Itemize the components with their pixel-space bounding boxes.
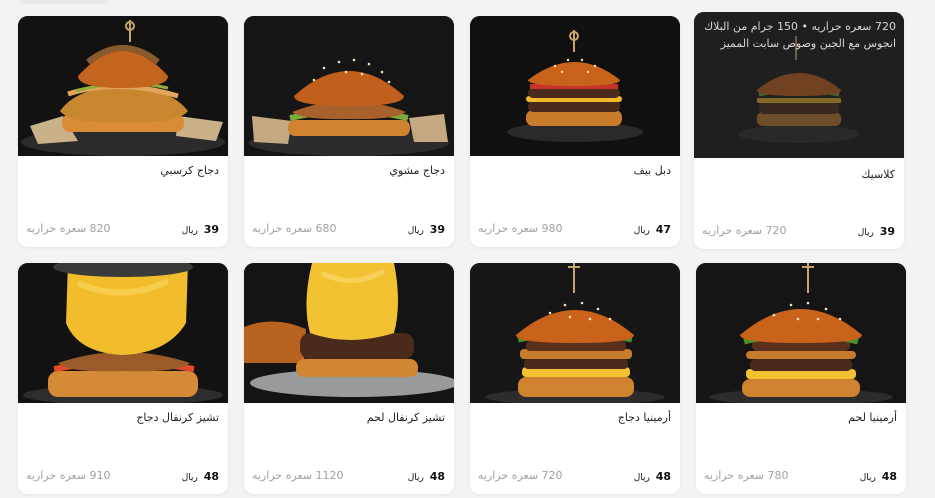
product-name: أرمينيا دجاج — [617, 411, 671, 424]
product-price: 47 ريال — [633, 223, 671, 236]
product-price: 48 ريال — [407, 470, 445, 483]
product-image[interactable] — [244, 16, 454, 156]
product-calories: 680 سعره حراريه — [252, 222, 337, 235]
product-grid: دجاج كرسبي 820 سعره حراريه 39 ريال دجاج … — [0, 0, 935, 498]
product-calories: 1120 سعره حراريه — [252, 469, 344, 482]
product-name: دجاج مشوي — [389, 164, 445, 177]
product-card-classic[interactable]: 720 سعره حراريه • 150 جرام من البلاك انج… — [694, 12, 904, 249]
product-calories: 720 سعره حراريه — [702, 224, 787, 237]
product-card-double-beef[interactable]: دبل بيف 980 سعره حراريه 47 ريال — [470, 16, 680, 247]
product-card-grilled-chicken[interactable]: دجاج مشوي 680 سعره حراريه 39 ريال — [244, 16, 454, 247]
product-price: 39 ريال — [181, 223, 219, 236]
product-card-armenia-beef[interactable]: أرمينيا لحم 780 سعره حراريه 48 ريال — [696, 263, 906, 494]
product-image[interactable] — [18, 263, 228, 403]
product-card-armenia-chicken[interactable]: أرمينيا دجاج 720 سعره حراريه 48 ريال — [470, 263, 680, 494]
product-calories: 780 سعره حراريه — [704, 469, 789, 482]
product-card-crispy-chicken[interactable]: دجاج كرسبي 820 سعره حراريه 39 ريال — [18, 16, 228, 247]
product-name: تشيز كرنفال لحم — [366, 411, 445, 424]
product-image[interactable]: 720 سعره حراريه • 150 جرام من البلاك انج… — [694, 12, 904, 158]
product-image[interactable] — [470, 263, 680, 403]
product-name: كلاسيك — [861, 168, 895, 181]
product-calories: 910 سعره حراريه — [26, 469, 111, 482]
product-calories: 820 سعره حراريه — [26, 222, 111, 235]
product-name: تشيز كرنفال دجاج — [136, 411, 219, 424]
product-image[interactable] — [18, 16, 228, 156]
product-calories: 980 سعره حراريه — [478, 222, 563, 235]
product-name: دجاج كرسبي — [160, 164, 219, 177]
product-card-cheese-carnival-chicken[interactable]: تشيز كرنفال دجاج 910 سعره حراريه 48 ريال — [18, 263, 228, 494]
product-price: 48 ريال — [859, 470, 897, 483]
product-hover-description: 720 سعره حراريه • 150 جرام من البلاك انج… — [704, 20, 896, 50]
product-name: أرمينيا لحم — [848, 411, 897, 424]
product-price: 39 ريال — [857, 225, 895, 238]
product-calories: 720 سعره حراريه — [478, 469, 563, 482]
product-image[interactable] — [696, 263, 906, 403]
product-card-cheese-carnival-beef[interactable]: تشيز كرنفال لحم 1120 سعره حراريه 48 ريال — [244, 263, 454, 494]
product-image[interactable] — [470, 16, 680, 156]
product-price: 48 ريال — [181, 470, 219, 483]
product-name: دبل بيف — [633, 164, 671, 177]
product-price: 48 ريال — [633, 470, 671, 483]
product-price: 39 ريال — [407, 223, 445, 236]
product-image[interactable] — [244, 263, 454, 403]
